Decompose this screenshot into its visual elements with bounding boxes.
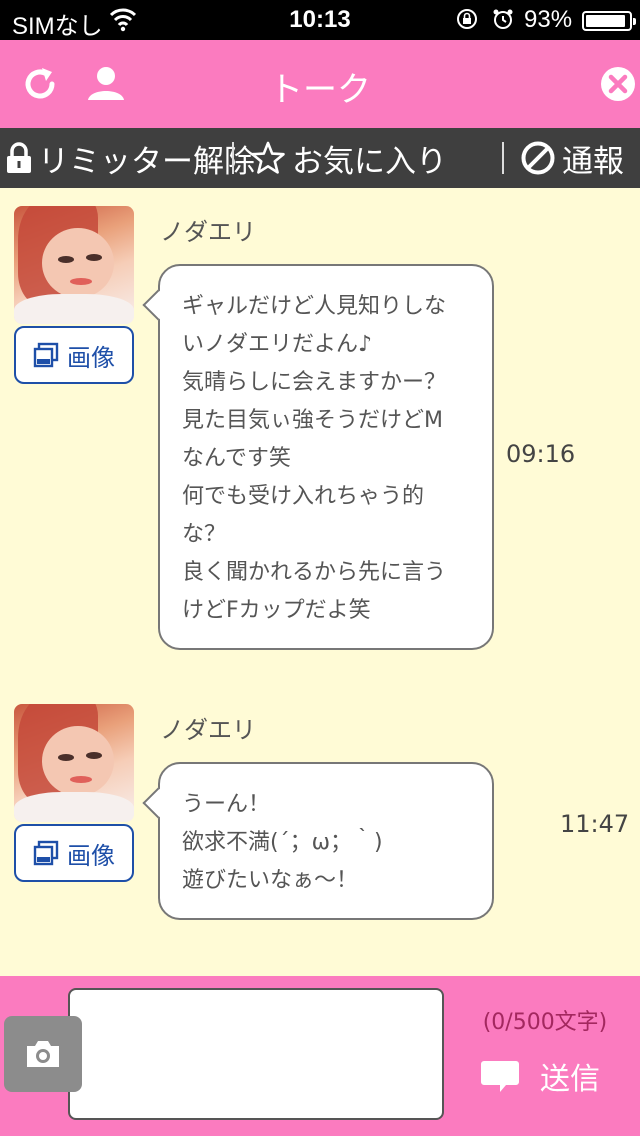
message-line: 良く聞かれるから先に言う [182,560,447,585]
speech-bubble-icon [481,1061,519,1092]
lock-icon [7,142,31,173]
camera-button[interactable] [4,1016,82,1092]
send-label: 送信 [540,1062,600,1097]
star-icon [251,141,285,174]
limiter-release-button[interactable]: リミッター解除 [6,128,255,188]
character-counter: (0/500文字) [482,1010,608,1035]
favorite-label: お気に入り [292,143,447,180]
camera-icon [27,1041,59,1067]
message-time: 11:47 [560,810,630,838]
send-button[interactable]: 送信 [480,1048,620,1104]
message-bubble: ギャルだけど人見知りしな いノダエリだよん♪ 気晴らしに会えますかー？ 見た目気… [142,264,494,650]
message-line: 気晴らしに会えますかー？ [182,370,447,395]
message-line: 何でも受け入れちゃう的 [182,484,425,509]
report-label: 通報 [562,143,624,180]
avatar[interactable] [14,206,134,324]
battery-icon [582,11,636,31]
message-composer: (0/500文字) 送信 [0,976,640,1136]
message-line: けどFカップだよ笑 [182,598,371,623]
prohibited-icon [521,141,555,175]
sender-name: ノダエリ [160,716,256,744]
message-bubble: うーん！ 欲求不満(´；ω；｀) 遊びたいなぁ〜！ [142,762,494,920]
message-line: 遊びたいなぁ〜！ [182,868,359,893]
message-time: 09:16 [506,440,576,468]
message-line: ギャルだけど人見知りしな [182,294,447,319]
alarm-icon [493,9,513,29]
report-button[interactable]: 通報 [520,128,624,188]
limiter-release-label: リミッター解除 [38,143,255,180]
message-line: なんです笑 [182,446,291,471]
images-icon [33,342,59,368]
message-line: 見た目気ぃ強そうだけどM [182,408,443,433]
close-icon[interactable] [594,60,640,108]
battery-percent: 93% [524,6,573,33]
image-button-label: 画像 [67,841,115,870]
image-button[interactable]: 画像 [14,824,134,882]
rotation-lock-icon [457,9,477,29]
message-line: な？ [182,522,227,547]
message-input[interactable] [68,988,444,1120]
image-button-label: 画像 [67,343,115,372]
header: トーク [0,40,640,128]
avatar[interactable] [14,704,134,822]
message-line: うーん！ [182,792,271,817]
toolbar-divider [502,142,504,174]
favorite-button[interactable]: お気に入り [250,128,447,188]
action-toolbar: リミッター解除 お気に入り 通報 [0,128,640,188]
message-line: いノダエリだよん♪ [182,332,373,357]
status-bar: SIMなし 10:13 93% [0,0,640,40]
toolbar-divider [232,142,234,174]
message-line: 欲求不満(´；ω；｀) [182,830,383,855]
sender-name: ノダエリ [160,218,256,246]
image-button[interactable]: 画像 [14,326,134,384]
page-title: トーク [269,70,371,110]
images-icon [33,840,59,866]
